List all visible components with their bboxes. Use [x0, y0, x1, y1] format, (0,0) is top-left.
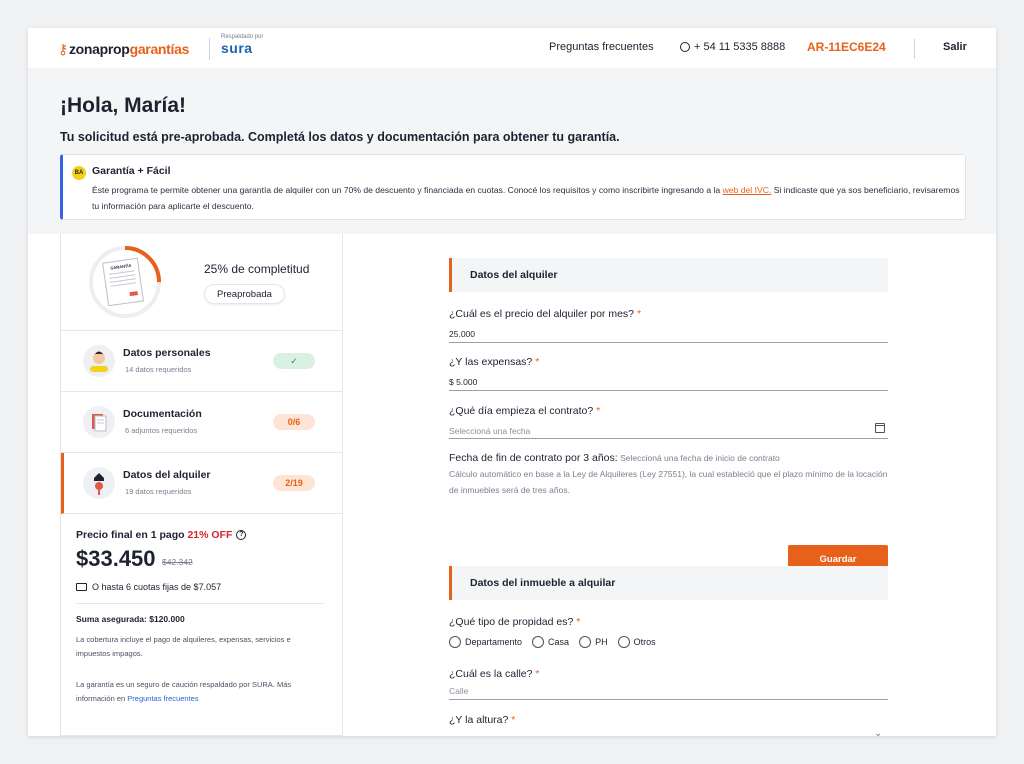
expenses-input[interactable]: $ 5.000: [449, 377, 477, 387]
street-input[interactable]: Calle: [449, 686, 468, 696]
status-badge: Preaprobada: [204, 284, 285, 304]
expenses-label: ¿Y las expensas? *: [449, 356, 540, 368]
street-label: ¿Cuál es la calle? *: [449, 668, 540, 680]
input-underline: [449, 342, 888, 343]
discount-label: 21% OFF: [187, 529, 233, 541]
page: ⚷ zonaprop garantías Respaldado por sura…: [28, 28, 996, 736]
price-heading: Precio final en 1 pago 21% OFF?: [76, 529, 247, 541]
step-rental-data[interactable]: Datos del alquiler 19 datos requeridos 2…: [61, 453, 342, 514]
height-label: ¿Y la altura? *: [449, 714, 516, 726]
input-underline: [449, 390, 888, 391]
rent-price-input[interactable]: 25.000: [449, 329, 475, 339]
logo-text-main: zonaprop: [68, 41, 130, 57]
rental-form: Datos del alquiler ¿Cuál es el precio de…: [343, 234, 996, 736]
radio-circle-icon: [532, 636, 545, 648]
logo-key-icon: ⚷: [58, 41, 68, 57]
sura-name: sura: [221, 40, 253, 56]
faq-link[interactable]: Preguntas frecuentes: [549, 41, 654, 53]
sura-note: La garantía es un seguro de caución resp…: [76, 680, 292, 703]
step-subtitle: 19 datos requeridos: [125, 487, 192, 496]
help-icon[interactable]: ?: [236, 530, 247, 541]
whatsapp-icon: [680, 42, 690, 52]
credit-card-icon: [76, 583, 87, 591]
rent-price-label: ¿Cuál es el precio del alquiler por mes?…: [449, 308, 642, 320]
greeting-band: ¡Hola, María! Tu solicitud está pre-apro…: [28, 68, 996, 234]
radio-departamento[interactable]: Departamento: [449, 636, 522, 648]
logo-divider: [209, 38, 210, 60]
input-underline: [449, 438, 888, 439]
start-date-input[interactable]: Seleccioná una fecha: [449, 426, 530, 436]
request-code: AR-11EC6E24: [807, 40, 886, 54]
exit-button[interactable]: Salir: [943, 41, 967, 53]
insured-sum: Suma asegurada: $120.000: [76, 614, 185, 624]
ivc-link[interactable]: web del IVC.: [723, 185, 772, 195]
final-price: $33.450: [76, 546, 156, 571]
step-subtitle: 14 datos requeridos: [125, 365, 192, 374]
step-title: Documentación: [123, 408, 202, 420]
calendar-icon[interactable]: [875, 423, 885, 433]
progress-card: GARANTÍA 25% de completitud Preaprobada: [61, 234, 342, 331]
section-header-property: Datos del inmueble a alquilar: [449, 566, 888, 600]
step-title: Datos del alquiler: [123, 469, 211, 481]
divider: [76, 603, 324, 604]
start-date-label: ¿Qué día empieza el contrato? *: [449, 405, 601, 417]
coverage-text: La cobertura incluye el pago de alquiler…: [76, 635, 291, 658]
radio-otros[interactable]: Otros: [617, 636, 656, 648]
end-date-info: Fecha de fin de contrato por 3 años: Sel…: [449, 452, 888, 495]
step-status-count: 2/19: [273, 475, 315, 491]
property-type-radios: Departamento Casa PH Otros: [449, 636, 658, 648]
step-personal-data[interactable]: Datos personales 14 datos requeridos ✓: [61, 331, 342, 392]
program-info-box: BA Garantía + Fácil Éste programa te per…: [60, 154, 966, 220]
chevron-down-icon[interactable]: ⌄: [874, 728, 882, 736]
faq-inline-link[interactable]: Preguntas frecuentes: [127, 694, 198, 703]
guarantee-document-icon: GARANTÍA: [102, 257, 144, 307]
top-header: ⚷ zonaprop garantías Respaldado por sura…: [28, 28, 996, 68]
person-icon: [83, 345, 115, 377]
step-status-check: ✓: [273, 353, 315, 369]
program-title: Garantía + Fácil: [92, 165, 171, 177]
installments-info: O hasta 6 cuotas fijas de $7.057: [76, 582, 221, 592]
step-title: Datos personales: [123, 347, 211, 359]
section-header-rental: Datos del alquiler: [449, 258, 888, 292]
greeting-subtitle: Tu solicitud está pre-aprobada. Completá…: [60, 130, 620, 144]
zonaprop-logo[interactable]: ⚷ zonaprop garantías: [58, 41, 189, 58]
sura-logo: Respaldado por sura: [221, 34, 263, 58]
ba-badge-icon: BA: [72, 166, 86, 180]
phone-link[interactable]: + 54 11 5335 8888: [680, 41, 785, 53]
progress-sidebar: GARANTÍA 25% de completitud Preaprobada …: [60, 234, 343, 736]
completion-percent: 25% de completitud: [204, 262, 310, 276]
radio-circle-icon: [617, 636, 630, 648]
radio-circle-icon: [579, 636, 592, 648]
property-type-label: ¿Qué tipo de propidad es? *: [449, 616, 581, 628]
radio-circle-icon: [449, 636, 461, 648]
original-price: $42.342: [162, 557, 193, 567]
input-underline: [449, 699, 888, 700]
house-key-icon: [83, 467, 115, 499]
step-status-count: 0/6: [273, 414, 315, 430]
step-subtitle: 6 adjuntos requeridos: [125, 426, 198, 435]
program-text: Éste programa te permite obtener una gar…: [92, 185, 960, 211]
phone-number: + 54 11 5335 8888: [694, 41, 786, 53]
radio-casa[interactable]: Casa: [532, 636, 569, 648]
nav-divider: [914, 39, 915, 59]
radio-ph[interactable]: PH: [579, 636, 608, 648]
logo-text-accent: garantías: [129, 41, 190, 57]
greeting-title: ¡Hola, María!: [60, 94, 187, 117]
documents-icon: [83, 406, 115, 438]
step-documentation[interactable]: Documentación 6 adjuntos requeridos 0/6: [61, 392, 342, 453]
